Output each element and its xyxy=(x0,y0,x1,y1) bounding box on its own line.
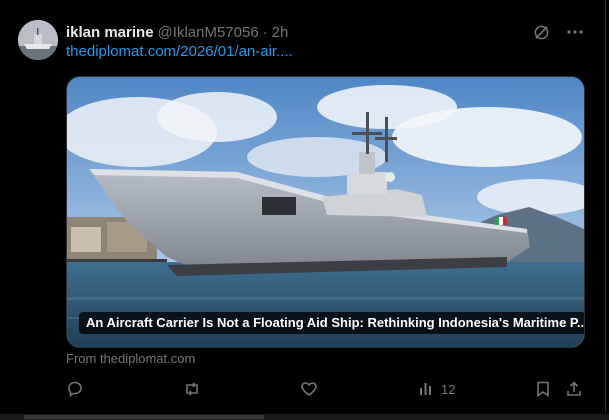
views-button[interactable]: 12 xyxy=(417,378,455,400)
ship-avatar-icon xyxy=(18,20,58,60)
timestamp[interactable]: 2h xyxy=(272,24,289,41)
bookmark-icon xyxy=(537,381,549,398)
header-icons xyxy=(531,22,585,42)
card-source[interactable]: From thediplomat.com xyxy=(66,351,195,366)
bookmark-button[interactable] xyxy=(534,378,552,400)
share-icon xyxy=(567,381,581,396)
share-button[interactable] xyxy=(565,378,583,400)
views-count: 12 xyxy=(441,381,456,397)
avatar[interactable] xyxy=(18,20,58,60)
display-name[interactable]: iklan marine xyxy=(66,24,154,41)
more-icon[interactable] xyxy=(565,22,585,42)
repost-button[interactable] xyxy=(183,378,207,400)
views-icon xyxy=(420,383,431,395)
card-caption[interactable]: An Aircraft Carrier Is Not a Floating Ai… xyxy=(79,312,584,334)
like-icon xyxy=(301,382,317,396)
dot-separator: · xyxy=(262,23,268,41)
tweet-actions: 12 xyxy=(66,378,583,400)
repost-icon xyxy=(186,382,198,396)
horizontal-scrollbar[interactable] xyxy=(0,414,609,420)
link-card[interactable]: An Aircraft Carrier Is Not a Floating Ai… xyxy=(66,76,585,348)
reply-icon xyxy=(68,381,82,398)
scrollbar-thumb[interactable] xyxy=(24,415,264,419)
aircraft-carrier-photo xyxy=(67,77,584,347)
reply-button[interactable] xyxy=(66,378,90,400)
article-link[interactable]: thediplomat.com/2026/01/an-air.... xyxy=(66,43,293,60)
user-handle[interactable]: @IklanM57056 xyxy=(158,24,259,41)
like-button[interactable] xyxy=(300,378,324,400)
tweet-header: iklan marine @IklanM57056 · 2h xyxy=(66,22,585,42)
grok-icon[interactable] xyxy=(531,22,551,42)
tweet[interactable]: iklan marine @IklanM57056 · 2h thediplom… xyxy=(0,0,606,412)
